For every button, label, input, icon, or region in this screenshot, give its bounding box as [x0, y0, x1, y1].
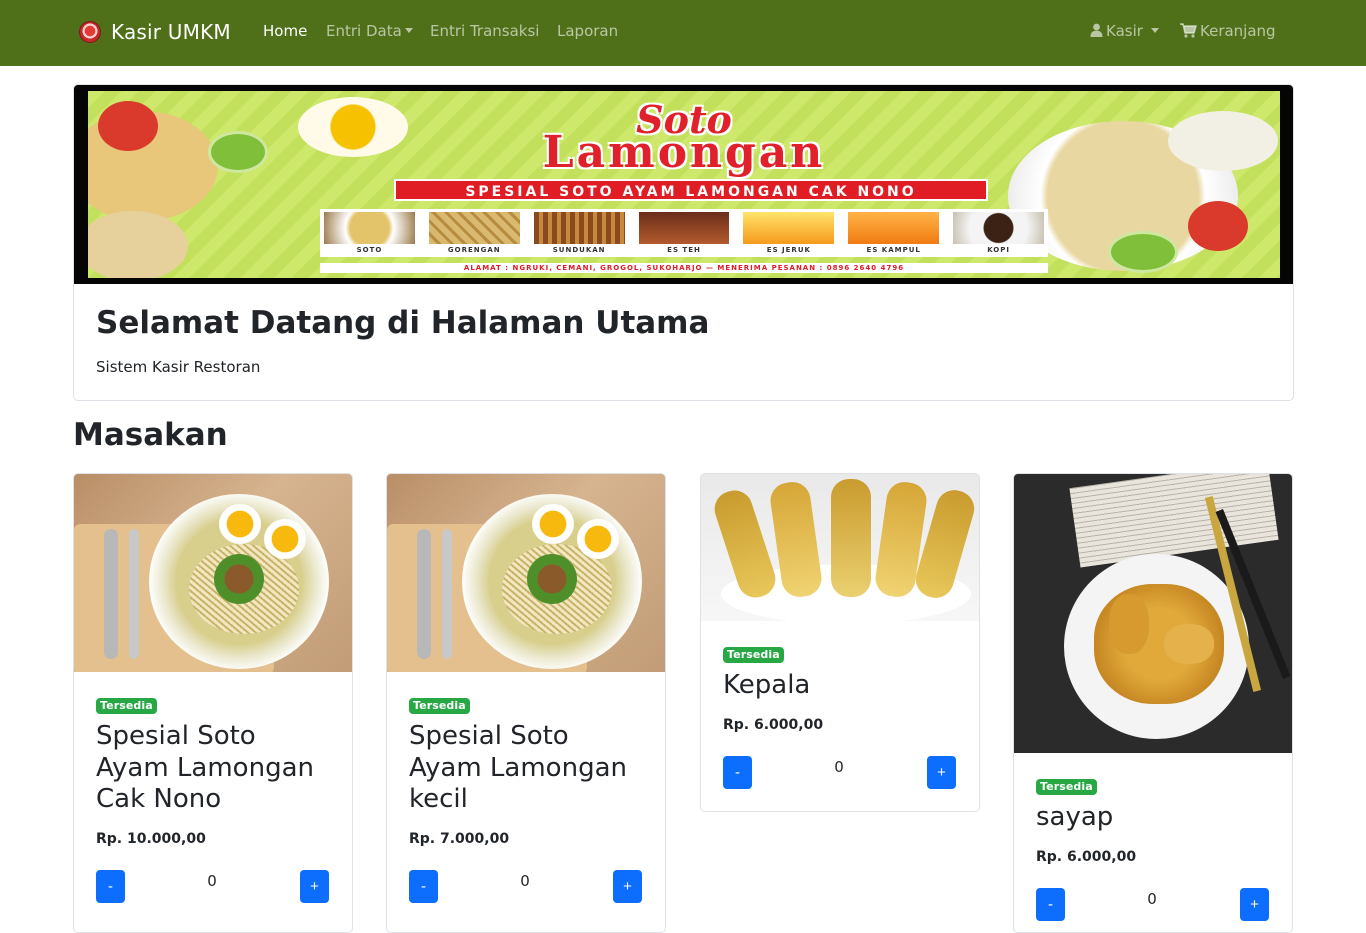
brand-name: Kasir UMKM [111, 20, 231, 44]
chevron-down-icon [1150, 28, 1159, 33]
product-card: Tersedia sayap Rp. 6.000,00 - 0 + [1013, 473, 1293, 933]
brand-link[interactable]: Kasir UMKM [79, 18, 231, 46]
banner-address: ALAMAT : NGRUKI, CEMANI, GROGOL, SUKOHAR… [320, 263, 1048, 273]
page-subtitle: Sistem Kasir Restoran [96, 358, 261, 376]
product-card: Tersedia Spesial Soto Ayam Lamongan Cak … [73, 473, 353, 933]
increase-qty-button[interactable]: + [300, 870, 329, 903]
banner-menu-item: GORENGAN [428, 212, 520, 254]
banner-title-lamongan: Lamongan [542, 127, 826, 178]
decrease-qty-button[interactable]: - [409, 870, 438, 903]
shopping-cart-icon [1180, 22, 1197, 38]
product-image-soto [387, 474, 665, 672]
product-name: Kepala [723, 670, 811, 700]
section-title-masakan: Masakan [73, 417, 228, 453]
banner-menu-strip: SOTO GORENGAN SUNDUKAN ES TEH ES JERUK E… [320, 209, 1048, 257]
product-price: Rp. 6.000,00 [723, 717, 824, 733]
decrease-qty-button[interactable]: - [96, 870, 125, 903]
cart-link[interactable]: Keranjang [1180, 22, 1276, 40]
top-navbar: Kasir UMKM Home Entri Data Entri Transak… [0, 0, 1366, 66]
brand-logo-icon [79, 21, 101, 43]
increase-qty-button[interactable]: + [927, 756, 956, 789]
quantity-value: 0 [834, 758, 844, 776]
nav-entri-data-dropdown[interactable]: Entri Data [326, 22, 413, 40]
status-badge: Tersedia [96, 698, 157, 714]
product-price: Rp. 7.000,00 [409, 831, 510, 847]
banner-menu-item: ES TEH [638, 212, 730, 254]
nav-entri-transaksi[interactable]: Entri Transaksi [430, 22, 539, 40]
increase-qty-button[interactable]: + [1240, 888, 1269, 921]
user-icon [1090, 23, 1103, 37]
nav-laporan[interactable]: Laporan [557, 22, 618, 40]
quantity-value: 0 [207, 872, 217, 890]
product-price: Rp. 10.000,00 [96, 831, 206, 847]
banner-menu-item: ES JERUK [743, 212, 835, 254]
status-badge: Tersedia [723, 647, 784, 663]
banner-menu-item: SUNDUKAN [533, 212, 625, 254]
banner-menu-item: SOTO [324, 212, 415, 254]
decrease-qty-button[interactable]: - [723, 756, 752, 789]
status-badge: Tersedia [1036, 779, 1097, 795]
decrease-qty-button[interactable]: - [1036, 888, 1065, 921]
product-name: Spesial Soto Ayam Lamongan kecil [409, 721, 627, 814]
product-image-chicken-wings [1014, 474, 1292, 753]
banner-menu-item: KOPI [953, 212, 1045, 254]
page-title: Selamat Datang di Halaman Utama [96, 305, 710, 341]
welcome-card: Soto Lamongan SPESIAL SOTO AYAM LAMONGAN… [73, 84, 1294, 401]
product-card: Tersedia Spesial Soto Ayam Lamongan keci… [386, 473, 666, 933]
banner-tagline: SPESIAL SOTO AYAM LAMONGAN CAK NONO [394, 179, 988, 201]
product-card: Tersedia Kepala Rp. 6.000,00 - 0 + [700, 473, 980, 812]
product-name: Spesial Soto Ayam Lamongan Cak Nono [96, 721, 314, 814]
product-price: Rp. 6.000,00 [1036, 849, 1137, 865]
product-name: sayap [1036, 802, 1114, 832]
restaurant-banner-image: Soto Lamongan SPESIAL SOTO AYAM LAMONGAN… [74, 85, 1293, 284]
product-image-soto [74, 474, 352, 672]
nav-home[interactable]: Home [263, 22, 307, 40]
user-menu-dropdown[interactable]: Kasir [1090, 22, 1159, 40]
product-image-chicken-heads [701, 474, 979, 621]
increase-qty-button[interactable]: + [613, 870, 642, 903]
chevron-down-icon [404, 28, 413, 33]
quantity-value: 0 [520, 872, 530, 890]
quantity-value: 0 [1147, 890, 1157, 908]
status-badge: Tersedia [409, 698, 470, 714]
banner-menu-item: ES KAMPUL [848, 212, 940, 254]
